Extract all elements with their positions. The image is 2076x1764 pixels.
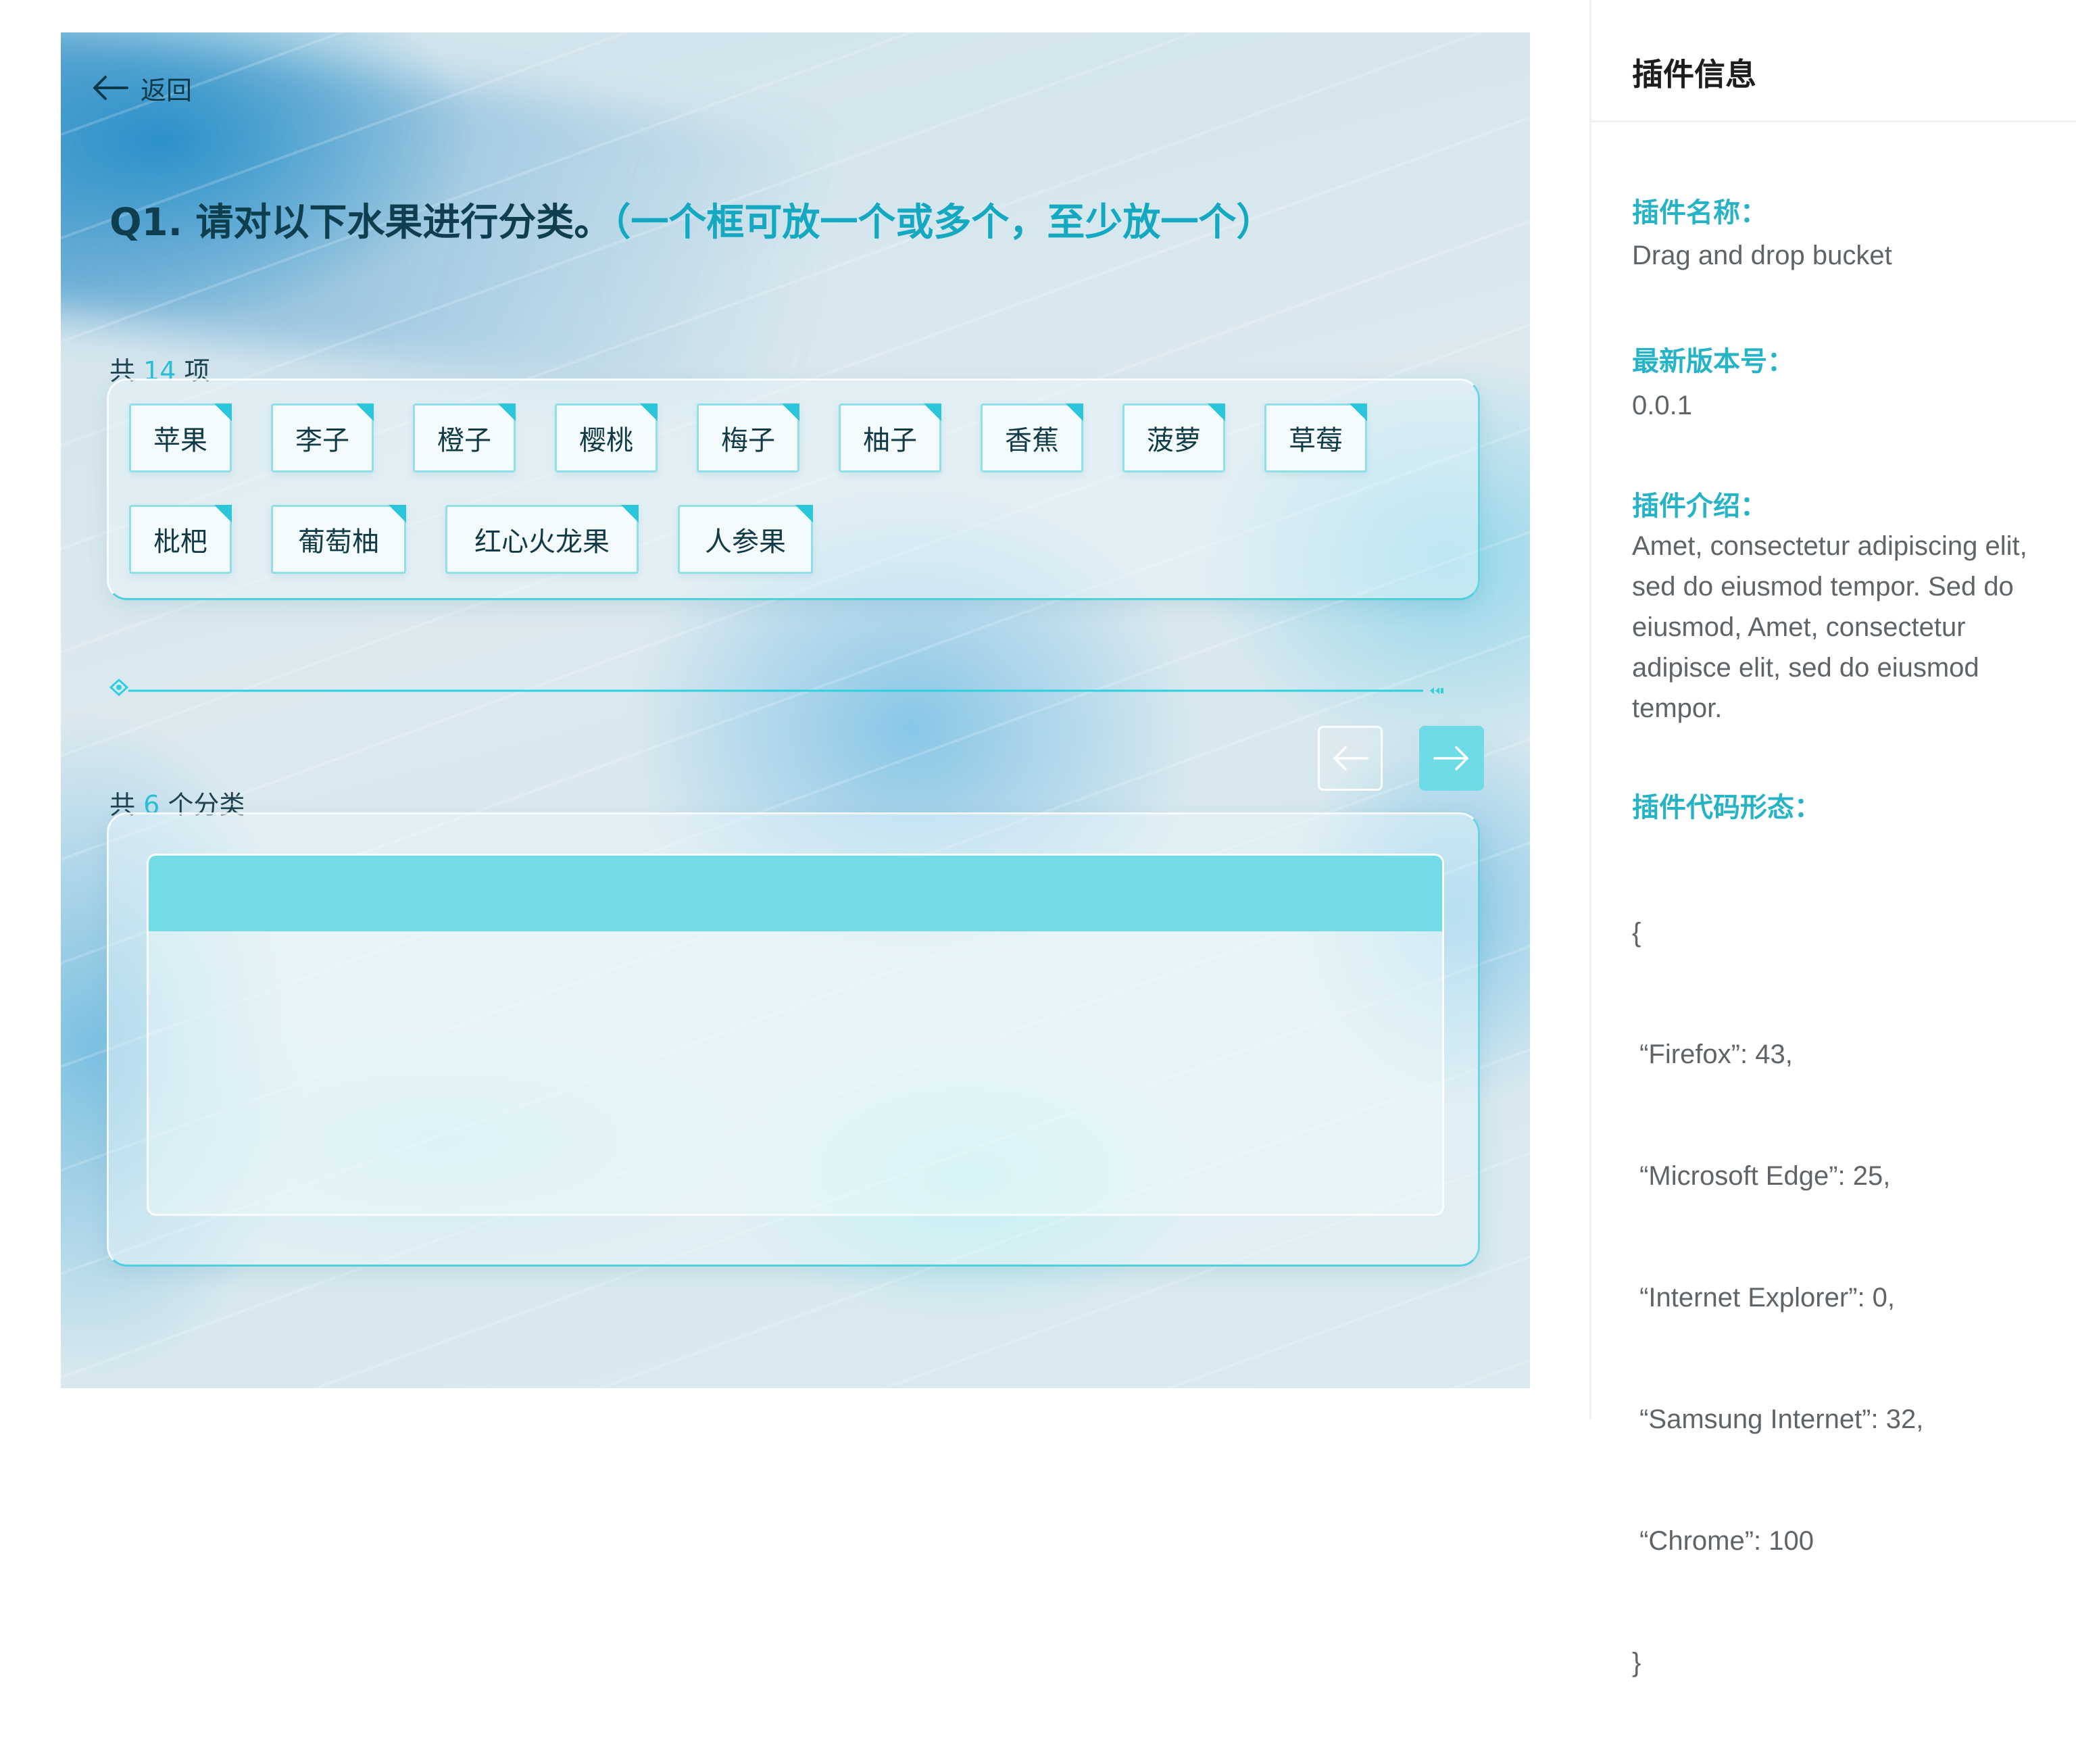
item-pool[interactable]: 苹果 李子 橙子 樱桃 梅子 柚子 香蕉 菠萝 草莓 枇杷 葡萄柚 红心火龙果 … xyxy=(107,378,1480,600)
drag-item[interactable]: 菠萝 xyxy=(1122,403,1225,472)
version-label: 最新版本号： xyxy=(1632,346,1794,377)
code-line: } xyxy=(1632,1648,1641,1677)
code-line: “Internet Explorer”: 0, xyxy=(1632,1283,1896,1313)
drag-item[interactable]: 枇杷 xyxy=(129,505,232,574)
arrow-right-icon xyxy=(1433,746,1468,770)
prev-category-button[interactable] xyxy=(1318,726,1383,791)
panel-divider xyxy=(1591,120,2076,122)
question-text: Q1. 请对以下水果进行分类。 xyxy=(109,201,612,245)
drag-item[interactable]: 香蕉 xyxy=(981,403,1083,472)
drag-item[interactable]: 樱桃 xyxy=(555,403,658,472)
drag-item[interactable]: 梅子 xyxy=(697,403,799,472)
back-label: 返回 xyxy=(141,75,193,105)
code-line: { xyxy=(1632,918,1641,948)
intro-value: Amet, consectetur adipiscing elit, sed d… xyxy=(1632,531,2027,723)
drag-item[interactable]: 葡萄柚 xyxy=(271,505,406,574)
arrow-left-icon xyxy=(1333,746,1368,770)
category-bucket[interactable] xyxy=(147,854,1444,1216)
drag-item[interactable]: 柚子 xyxy=(839,403,941,472)
plugin-name-value: Drag and drop bucket xyxy=(1632,241,1892,270)
code-line: “Firefox”: 43, xyxy=(1632,1039,1793,1069)
drag-item[interactable]: 橙子 xyxy=(413,403,516,472)
section-divider xyxy=(109,678,1443,697)
plugin-preview-stage: 返回 Q1. 请对以下水果进行分类。（一个框可放一个或多个，至少放一个） 共 1… xyxy=(61,32,1530,1388)
code-line: “Microsoft Edge”: 25, xyxy=(1632,1161,1891,1191)
arrow-left-icon xyxy=(93,76,128,100)
drag-item[interactable]: 人参果 xyxy=(678,505,813,574)
intro-label: 插件介绍： xyxy=(1632,491,1767,522)
code-label: 插件代码形态： xyxy=(1632,792,1821,823)
diamond-icon xyxy=(109,678,129,697)
drag-item[interactable]: 草莓 xyxy=(1264,403,1367,472)
bucket-drop-zone[interactable] xyxy=(149,931,1442,1214)
drag-item[interactable]: 红心火龙果 xyxy=(445,505,639,574)
back-button[interactable]: 返回 xyxy=(91,66,192,109)
bucket-header xyxy=(149,856,1442,931)
plugin-name-label: 插件名称： xyxy=(1632,197,1767,228)
next-category-button[interactable] xyxy=(1419,726,1484,791)
plugin-info-panel: 插件信息 插件名称： Drag and drop bucket 最新版本号： 0… xyxy=(1589,0,2076,1677)
code-line: “Samsung Internet”: 32, xyxy=(1632,1404,1924,1434)
question-title: Q1. 请对以下水果进行分类。（一个框可放一个或多个，至少放一个） xyxy=(109,192,1274,247)
code-line: “Chrome”: 100 xyxy=(1632,1526,1814,1556)
drag-item[interactable]: 苹果 xyxy=(129,403,232,472)
drag-item[interactable]: 李子 xyxy=(271,403,374,472)
panel-title: 插件信息 xyxy=(1632,56,1756,93)
code-block: { “Firefox”: 43, “Microsoft Edge”: 25, “… xyxy=(1632,831,2037,1764)
version-value: 0.0.1 xyxy=(1632,391,1692,420)
bucket-carousel xyxy=(107,812,1480,1267)
question-hint: （一个框可放一个或多个，至少放一个） xyxy=(612,201,1275,245)
